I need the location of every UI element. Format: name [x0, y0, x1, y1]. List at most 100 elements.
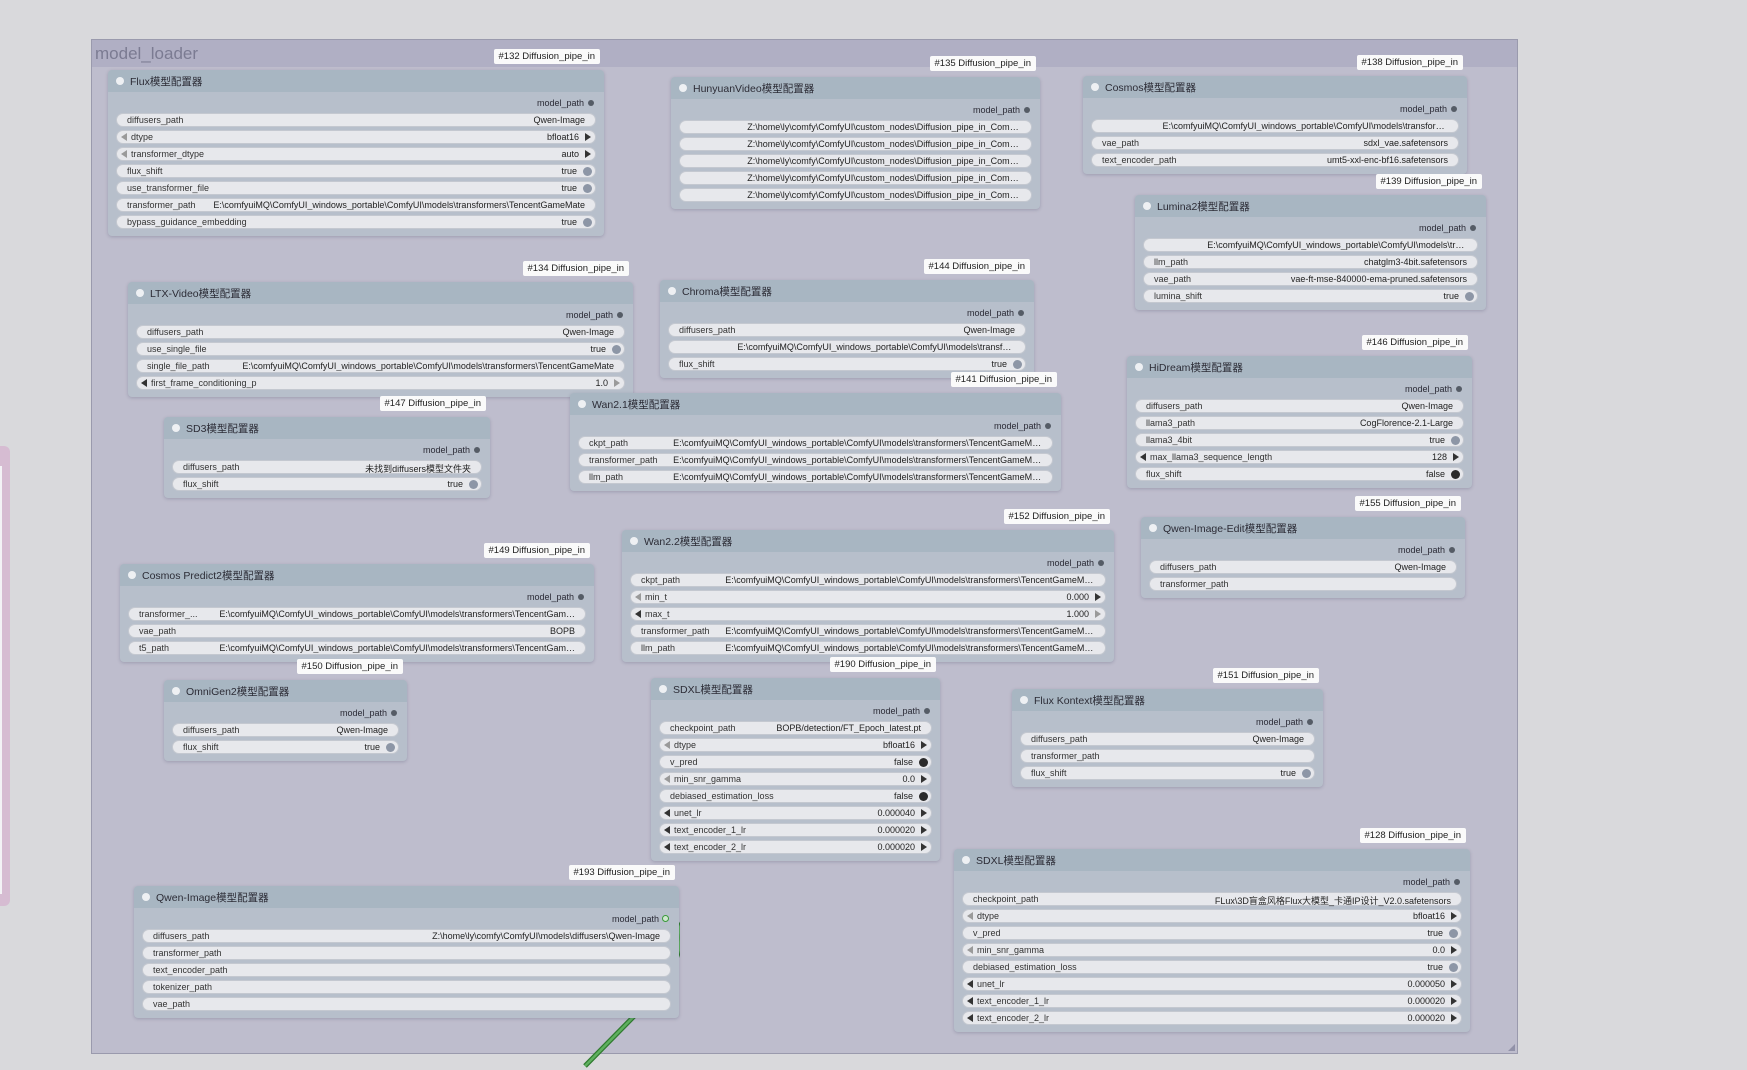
node-header[interactable]: SD3模型配置器 #147 Diffusion_pipe_in [164, 396, 490, 439]
decrement-arrow-icon[interactable] [967, 912, 973, 920]
output-slot[interactable]: model_path [1143, 221, 1478, 235]
widget-transformer-path[interactable]: transformer_path [1020, 749, 1315, 763]
increment-arrow-icon[interactable] [1451, 997, 1457, 1005]
node-header[interactable]: HunyuanVideo模型配置器 #135 Diffusion_pipe_in [671, 56, 1040, 99]
node-header[interactable]: Wan2.1模型配置器 #141 Diffusion_pipe_in [570, 372, 1061, 415]
output-socket-icon[interactable] [391, 710, 397, 716]
toggle-knob-icon[interactable] [583, 184, 592, 193]
toggle-knob-icon[interactable] [919, 792, 928, 801]
collapse-dot-icon[interactable] [116, 77, 124, 85]
toggle-knob-icon[interactable] [1451, 470, 1460, 479]
toggle-knob-icon[interactable] [1449, 963, 1458, 972]
collapse-dot-icon[interactable] [668, 287, 676, 295]
widget-diffusers-path[interactable]: diffusers_path Qwen-Image [136, 325, 625, 339]
widget-checkpoint-path[interactable]: checkpoint_path BOPB/detection/FT_Epoch_l… [659, 721, 932, 735]
decrement-arrow-icon[interactable] [635, 610, 641, 618]
node-lumina2[interactable]: Lumina2模型配置器 #139 Diffusion_pipe_in model_… [1135, 174, 1486, 310]
group-resize-handle[interactable] [1508, 1044, 1515, 1051]
widget-diffusers-path[interactable]: diffusers_path Qwen-Image [668, 323, 1026, 337]
widget-path[interactable]: E:\comfyuiMQ\ComfyUI_windows_portable\Co… [668, 340, 1026, 354]
output-socket-icon[interactable] [1307, 719, 1313, 725]
widget-llama3-4bit[interactable]: llama3_4bit true [1135, 433, 1464, 447]
widget-min-t[interactable]: min_t 0.000 [630, 590, 1106, 604]
widget-text-encoder-path[interactable]: text_encoder_path [142, 963, 671, 977]
widget-transformer-path[interactable]: transformer_path E:\comfyuiMQ\ComfyUI_win… [116, 198, 596, 212]
widget-diffusers-path[interactable]: diffusers_path 未找到diffusers模型文件夹 [172, 460, 482, 474]
increment-arrow-icon[interactable] [921, 843, 927, 851]
increment-arrow-icon[interactable] [1453, 453, 1459, 461]
widget-transformer-path[interactable]: transformer_path E:\comfyuiMQ\ComfyUI_win… [578, 453, 1053, 467]
collapse-dot-icon[interactable] [172, 424, 180, 432]
output-slot[interactable]: model_path [136, 308, 625, 322]
widget-text-encoder-2-lr[interactable]: text_encoder_2_lr 0.000020 [962, 1011, 1462, 1025]
collapse-dot-icon[interactable] [578, 400, 586, 408]
widget-debiased-estimation-loss[interactable]: debiased_estimation_loss false [659, 789, 932, 803]
output-socket-icon[interactable] [1045, 423, 1051, 429]
node-header[interactable]: Qwen-Image模型配置器 #193 Diffusion_pipe_in [134, 865, 679, 908]
widget-min-snr-gamma[interactable]: min_snr_gamma 0.0 [659, 772, 932, 786]
widget-llm-path[interactable]: llm_path chatglm3-4bit.safetensors [1143, 255, 1478, 269]
output-slot[interactable]: model_path [116, 96, 596, 110]
decrement-arrow-icon[interactable] [121, 150, 127, 158]
collapse-dot-icon[interactable] [136, 289, 144, 297]
toggle-knob-icon[interactable] [583, 167, 592, 176]
output-slot[interactable]: model_path [1091, 102, 1459, 116]
output-slot[interactable]: model_path [962, 875, 1462, 889]
output-socket-icon[interactable] [662, 915, 669, 922]
decrement-arrow-icon[interactable] [664, 843, 670, 851]
node-flux[interactable]: Flux模型配置器 #132 Diffusion_pipe_in model_pat… [108, 49, 604, 236]
decrement-arrow-icon[interactable] [967, 997, 973, 1005]
widget-ckpt-path[interactable]: ckpt_path E:\comfyuiMQ\ComfyUI_windows_po… [630, 573, 1106, 587]
node-qwenedit[interactable]: Qwen-Image-Edit模型配置器 #155 Diffusion_pipe_… [1141, 496, 1465, 598]
node-header[interactable]: HiDream模型配置器 #146 Diffusion_pipe_in [1127, 335, 1472, 378]
collapse-dot-icon[interactable] [1143, 202, 1151, 210]
collapse-dot-icon[interactable] [1149, 524, 1157, 532]
node-wan22[interactable]: Wan2.2模型配置器 #152 Diffusion_pipe_in model_p… [622, 509, 1114, 662]
toggle-knob-icon[interactable] [1465, 292, 1474, 301]
widget-vae-path[interactable]: vae_path vae-ft-mse-840000-ema-pruned.saf… [1143, 272, 1478, 286]
group-header[interactable]: model_loader [92, 40, 1517, 67]
widget-flux-shift[interactable]: flux_shift true [116, 164, 596, 178]
decrement-arrow-icon[interactable] [664, 826, 670, 834]
widget-bypass-guidance-embedding[interactable]: bypass_guidance_embedding true [116, 215, 596, 229]
node-qwenimage[interactable]: Qwen-Image模型配置器 #193 Diffusion_pipe_in mod… [134, 865, 679, 1018]
decrement-arrow-icon[interactable] [635, 593, 641, 601]
left-sidebar-tab[interactable] [0, 446, 10, 906]
node-header[interactable]: Qwen-Image-Edit模型配置器 #155 Diffusion_pipe_… [1141, 496, 1465, 539]
widget-debiased-estimation-loss[interactable]: debiased_estimation_loss true [962, 960, 1462, 974]
node-wan21[interactable]: Wan2.1模型配置器 #141 Diffusion_pipe_in model_p… [570, 372, 1061, 491]
output-socket-icon[interactable] [578, 594, 584, 600]
output-socket-icon[interactable] [1018, 310, 1024, 316]
widget-path[interactable]: Z:\home\ly\comfy\ComfyUI\custom_nodes\Di… [679, 188, 1032, 202]
toggle-knob-icon[interactable] [612, 345, 621, 354]
toggle-knob-icon[interactable] [469, 480, 478, 489]
decrement-arrow-icon[interactable] [141, 379, 147, 387]
node-header[interactable]: SDXL模型配置器 #190 Diffusion_pipe_in [651, 657, 940, 700]
output-slot[interactable]: model_path [668, 306, 1026, 320]
node-hunyuan[interactable]: HunyuanVideo模型配置器 #135 Diffusion_pipe_in m… [671, 56, 1040, 209]
node-header[interactable]: Cosmos Predict2模型配置器 #149 Diffusion_pipe_… [120, 543, 594, 586]
output-slot[interactable]: model_path [1020, 715, 1315, 729]
increment-arrow-icon[interactable] [1451, 980, 1457, 988]
node-cosmos[interactable]: Cosmos模型配置器 #138 Diffusion_pipe_in model_p… [1083, 55, 1467, 174]
output-socket-icon[interactable] [474, 447, 480, 453]
widget-llm-path[interactable]: llm_path E:\comfyuiMQ\ComfyUI_windows_por… [630, 641, 1106, 655]
widget-dtype[interactable]: dtype bfloat16 [962, 909, 1462, 923]
widget-unet-lr[interactable]: unet_lr 0.000040 [659, 806, 932, 820]
node-header[interactable]: Chroma模型配置器 #144 Diffusion_pipe_in [660, 259, 1034, 302]
node-header[interactable]: OmniGen2模型配置器 #150 Diffusion_pipe_in [164, 659, 407, 702]
node-omnigen2[interactable]: OmniGen2模型配置器 #150 Diffusion_pipe_in model… [164, 659, 407, 761]
decrement-arrow-icon[interactable] [664, 775, 670, 783]
output-socket-icon[interactable] [1451, 106, 1457, 112]
output-socket-icon[interactable] [1454, 879, 1460, 885]
widget-text-encoder-1-lr[interactable]: text_encoder_1_lr 0.000020 [962, 994, 1462, 1008]
collapse-dot-icon[interactable] [962, 856, 970, 864]
node-cosmos2[interactable]: Cosmos Predict2模型配置器 #149 Diffusion_pipe_… [120, 543, 594, 662]
node-header[interactable]: LTX-Video模型配置器 #134 Diffusion_pipe_in [128, 261, 633, 304]
toggle-knob-icon[interactable] [1451, 436, 1460, 445]
widget-use-single-file[interactable]: use_single_file true [136, 342, 625, 356]
output-socket-icon[interactable] [588, 100, 594, 106]
widget-use-transformer-file[interactable]: use_transformer_file true [116, 181, 596, 195]
increment-arrow-icon[interactable] [585, 133, 591, 141]
collapse-dot-icon[interactable] [142, 893, 150, 901]
